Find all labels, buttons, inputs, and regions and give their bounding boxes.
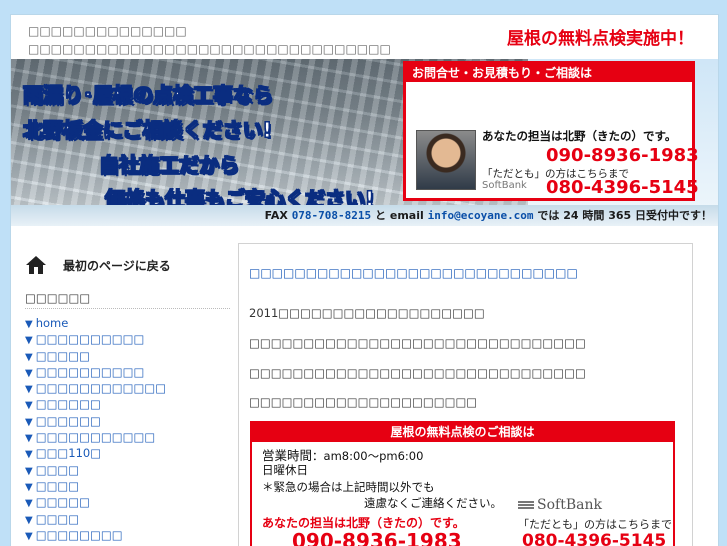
triangle-down-icon: ▼ — [25, 367, 33, 379]
sidebar-item-label: □□□□□ — [35, 348, 91, 363]
triangle-down-icon: ▼ — [25, 416, 33, 428]
sidebar-item-label: □□□□□□□□□□ — [35, 364, 145, 379]
urgent-note-2: 遠慮なくご連絡ください。 — [364, 496, 502, 510]
triangle-down-icon: ▼ — [25, 400, 33, 412]
softbank-logo-text: SoftBank — [537, 497, 602, 513]
contact-box: お問合せ・お見積もり・ご相談は あなたの担当は北野（きたの）です。 090-89… — [403, 61, 699, 201]
softbank-bars-icon — [518, 501, 534, 509]
header-banner: 雨漏り･屋根の点検工事なら 北野板金にご相談ください! 自社施工だから 価格も仕… — [11, 59, 718, 217]
fax-email-strip: FAX 078-708-8215 と email info@ecoyane.co… — [11, 205, 718, 226]
sidebar-item[interactable]: ▼ □□□□□□ — [25, 396, 230, 412]
phone-main[interactable]: 090-8936-1983 — [546, 145, 699, 166]
closed-day: 日曜休日 — [262, 463, 308, 477]
triangle-down-icon: ▼ — [25, 465, 33, 477]
sidebar-item[interactable]: ▼ □□□□ — [25, 478, 230, 494]
triangle-down-icon: ▼ — [25, 530, 33, 542]
sidebar-item-label: □□□□□□□□ — [35, 527, 123, 542]
sidebar: 最初のページに戻る □□□□□□ ▼ home ▼ □□□□□□□□□□ ▼ □□□□… — [25, 251, 230, 543]
phone-softbank[interactable]: 080-4396-5145 — [546, 177, 699, 198]
home-link[interactable]: 最初のページに戻る — [25, 251, 230, 279]
sidebar-item[interactable]: ▼ □□□110□ — [25, 445, 230, 461]
sidebar-item-label: □□□□□□□□□□ — [35, 332, 145, 347]
sidebar-item[interactable]: ▼ □□□□□□□□□□ — [25, 331, 230, 347]
fax-label: FAX — [264, 209, 288, 222]
post-paragraph: □□□□□□□□□□□□□□□□□□□□□□□□□□□□□□□ — [249, 366, 586, 380]
person-in-charge: あなたの担当は北野（きたの）です。 — [482, 129, 677, 143]
triangle-down-icon: ▼ — [25, 498, 33, 510]
sidebar-item[interactable]: ▼ □□□□□□□□ — [25, 527, 230, 543]
softbank-logo: SoftBank — [518, 497, 602, 513]
email-address[interactable]: info@ecoyane.com — [428, 209, 534, 222]
header-top: □□□□□□□□□□□□□□ □□□□□□□□□□□□□□□□□□□□□□□□□… — [11, 15, 718, 59]
sidebar-item[interactable]: ▼ □□□□ — [25, 462, 230, 478]
business-hours-value: ：am8:00〜pm6:00 — [312, 449, 424, 463]
home-icon — [25, 254, 47, 276]
softbank-logo-text: SoftBank — [482, 180, 527, 191]
staff-photo — [416, 130, 476, 190]
triangle-down-icon: ▼ — [25, 384, 33, 396]
sidebar-item[interactable]: ▼ □□□□□□□□□□□□ — [25, 380, 230, 396]
sidebar-item[interactable]: ▼ □□□□□□□□□□□ — [25, 429, 230, 445]
sidebar-item-label: □□□□□ — [35, 495, 91, 510]
page-container: □□□□□□□□□□□□□□ □□□□□□□□□□□□□□□□□□□□□□□□□… — [10, 14, 719, 546]
sidebar-item-label: □□□□ — [35, 511, 80, 526]
sidebar-item-label: □□□□ — [35, 478, 80, 493]
sidebar-item-label: □□□□□□□□□□□ — [35, 430, 156, 445]
main-content: □□□□□□□□□□□□□□□□□□□□□□□□□□□□□ 2011□□□□□□… — [238, 243, 693, 546]
sidebar-item-label: □□□110□ — [35, 446, 102, 461]
slogan-line-2: 北野板金にご相談ください! — [23, 118, 273, 143]
triangle-down-icon: ▼ — [25, 514, 33, 526]
sidebar-item[interactable]: ▼ □□□□ — [25, 511, 230, 527]
post-paragraph: □□□□□□□□□□□□□□□□□□□□□□□□□□□□□□□ — [249, 336, 586, 350]
free-inspection-box: 屋根の無料点検のご相談は 営業時間：am8:00〜pm6:00 日曜休日 ＊緊急… — [250, 421, 675, 546]
triangle-down-icon: ▼ — [25, 335, 33, 347]
softbank-logo: SoftBank — [482, 180, 527, 191]
fax-suffix: では 24 時間 365 日受付中です！ — [537, 209, 712, 222]
site-description: □□□□□□□□□□□□□□□□□□□□□□□□□□□□□□□□ — [28, 42, 391, 56]
triangle-down-icon: ▼ — [25, 449, 33, 461]
post-paragraph: 2011□□□□□□□□□□□□□□□□□□□ — [249, 306, 485, 320]
sidebar-item[interactable]: ▼ □□□□□ — [25, 494, 230, 510]
phone-softbank[interactable]: 080-4396-5145 — [522, 531, 666, 546]
triangle-down-icon: ▼ — [25, 433, 33, 445]
and-label: と — [375, 209, 387, 222]
post-title[interactable]: □□□□□□□□□□□□□□□□□□□□□□□□□□□□□ — [249, 266, 578, 280]
triangle-down-icon: ▼ — [25, 351, 33, 363]
urgent-note-1: ＊緊急の場合は上記時間以外でも — [262, 480, 435, 494]
slogan-line-3: 自社施工だから — [99, 153, 240, 178]
sidebar-item-label: home — [35, 316, 69, 330]
sidebar-menu: ▼ home ▼ □□□□□□□□□□ ▼ □□□□□ ▼ □□□□□□□□□□ ▼ □□… — [25, 315, 230, 543]
softbank-note: 「ただとも」の方はこちらまで — [518, 518, 672, 531]
sidebar-item-label: □□□□□□ — [35, 413, 101, 428]
sidebar-item[interactable]: ▼ □□□□□□ — [25, 413, 230, 429]
fax-number: 078-708-8215 — [291, 209, 372, 222]
home-link-label: 最初のページに戻る — [63, 258, 171, 273]
sidebar-item-label: □□□□□□ — [35, 397, 101, 412]
sidebar-item-label: □□□□ — [35, 462, 80, 477]
sidebar-category-title: □□□□□□ — [25, 291, 230, 309]
business-hours-label: 営業時間 — [262, 448, 313, 463]
sidebar-item[interactable]: ▼ □□□□□ — [25, 348, 230, 364]
contact-header: お問合せ・お見積もり・ご相談は — [406, 64, 692, 82]
slogan-line-1: 雨漏り･屋根の点検工事なら — [23, 83, 274, 108]
free-inspection-promo: 屋根の無料点検実施中！ — [507, 29, 694, 49]
sidebar-item[interactable]: ▼ □□□□□□□□□□ — [25, 364, 230, 380]
free-inspection-title: 屋根の無料点検のご相談は — [252, 423, 673, 442]
email-label: email — [389, 209, 424, 222]
sidebar-item[interactable]: ▼ home — [25, 315, 230, 331]
post-paragraph: □□□□□□□□□□□□□□□□□□□□□ — [249, 395, 478, 409]
site-title[interactable]: □□□□□□□□□□□□□□ — [28, 24, 187, 38]
triangle-down-icon: ▼ — [25, 319, 33, 330]
sidebar-item-label: □□□□□□□□□□□□ — [35, 381, 167, 396]
phone-main[interactable]: 090-8936-1983 — [292, 529, 462, 546]
triangle-down-icon: ▼ — [25, 481, 33, 493]
